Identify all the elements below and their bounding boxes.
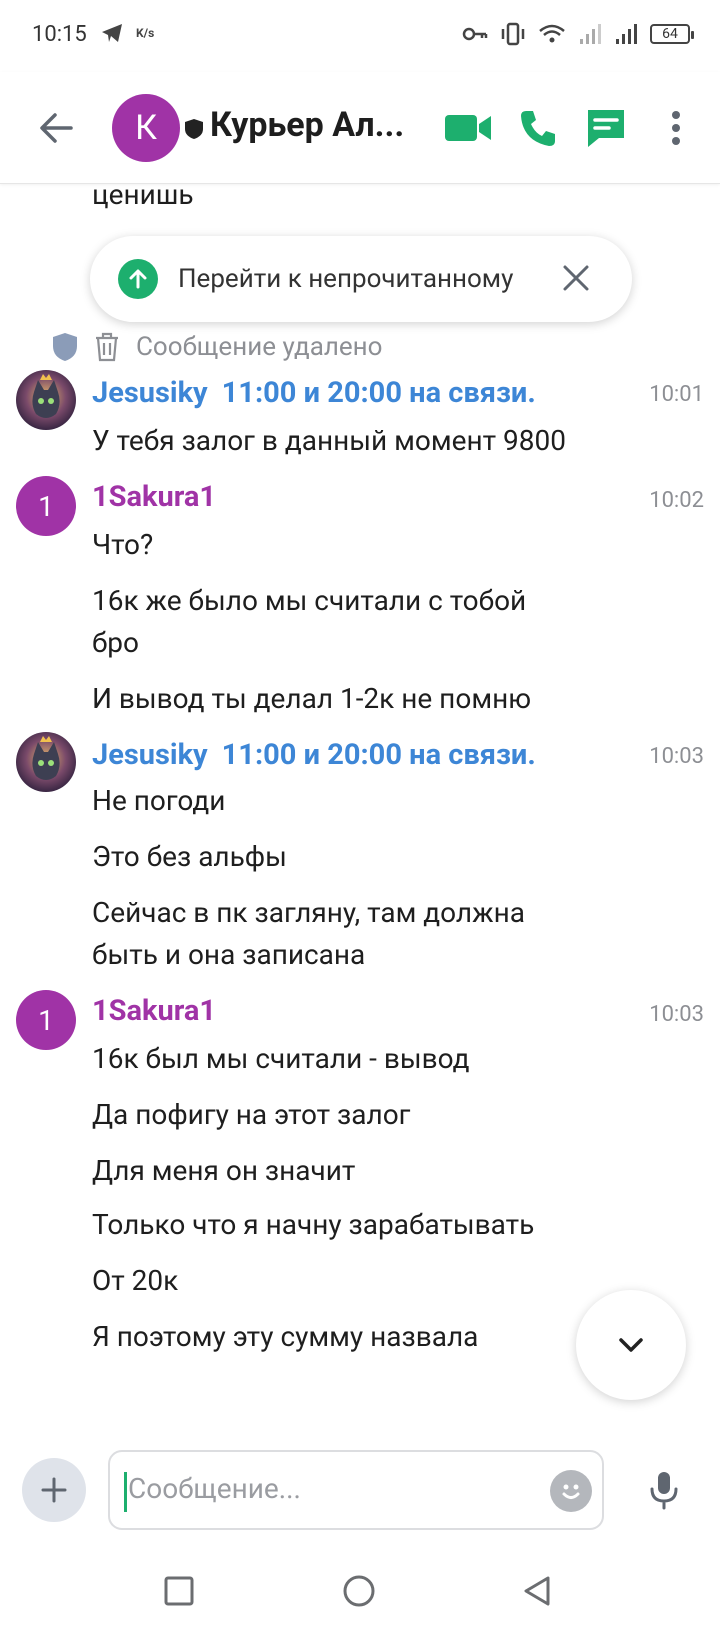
chevron-down-icon bbox=[619, 1338, 643, 1352]
message-text[interactable]: От 20к bbox=[92, 1260, 652, 1302]
sender-name-text: Jesusiky bbox=[92, 738, 208, 772]
message-input-placeholder: Сообщение... bbox=[128, 1472, 301, 1505]
message-text[interactable]: Не погоди bbox=[92, 780, 652, 822]
message-text[interactable]: Только что я начну зарабатывать bbox=[92, 1204, 652, 1246]
avatar[interactable]: 1 bbox=[16, 990, 76, 1050]
message-text[interactable]: Да пофигу на этот залог bbox=[92, 1094, 652, 1136]
network-speed-label: K/s bbox=[136, 26, 155, 40]
status-left-icons: K/s bbox=[100, 22, 154, 44]
avatar[interactable] bbox=[16, 732, 76, 792]
message-text[interactable]: У тебя залог в данный момент 9800 bbox=[92, 420, 652, 462]
close-icon bbox=[563, 265, 589, 291]
smile-icon bbox=[562, 1484, 580, 1499]
attach-button[interactable] bbox=[22, 1458, 86, 1522]
text-caret bbox=[124, 1472, 127, 1512]
message-text-partial: ценишь bbox=[92, 184, 194, 211]
sender-name[interactable]: Jesusiky 11:00 и 20:00 на связи. bbox=[92, 376, 536, 410]
scroll-to-bottom-button[interactable] bbox=[576, 1290, 686, 1400]
more-vertical-icon bbox=[672, 111, 680, 145]
home-button[interactable] bbox=[334, 1566, 384, 1616]
shield-icon bbox=[53, 333, 77, 361]
message-text[interactable]: Что? bbox=[92, 524, 652, 566]
video-camera-icon bbox=[445, 115, 491, 141]
telegram-icon bbox=[102, 24, 122, 42]
message-text[interactable]: Сейчас в пк загляну, там должна быть и о… bbox=[92, 892, 572, 976]
arrow-up-icon bbox=[118, 259, 158, 299]
voice-call-button[interactable] bbox=[512, 102, 564, 154]
message-input[interactable]: Сообщение... bbox=[108, 1450, 604, 1530]
microphone-icon bbox=[650, 1472, 678, 1510]
close-button[interactable] bbox=[556, 258, 596, 298]
message-text[interactable]: Я поэтому эту сумму назвала bbox=[92, 1316, 652, 1358]
status-time: 10:15 bbox=[32, 22, 87, 47]
sender-name[interactable]: 1Sakura1 bbox=[92, 480, 216, 514]
message-text[interactable]: И вывод ты делал 1-2к не помню bbox=[92, 678, 652, 720]
status-right-icons: 64 bbox=[462, 22, 694, 46]
signal-icon-2 bbox=[616, 24, 637, 44]
sender-status: 11:00 и 20:00 на связи. bbox=[221, 738, 536, 772]
battery-indicator: 64 bbox=[650, 24, 694, 44]
video-call-button[interactable] bbox=[442, 102, 494, 154]
triangle-back-icon bbox=[524, 1576, 550, 1606]
deleted-message-label: Сообщение удалено bbox=[136, 332, 383, 362]
message-text[interactable]: Это без альфы bbox=[92, 836, 652, 878]
key-icon bbox=[462, 27, 488, 41]
message-text[interactable]: 16к был мы считали - вывод bbox=[92, 1038, 652, 1080]
message-composer: Сообщение... bbox=[0, 1444, 720, 1540]
message-time: 10:03 bbox=[649, 1002, 704, 1027]
sender-name[interactable]: 1Sakura1 bbox=[92, 994, 216, 1028]
message-time: 10:01 bbox=[649, 382, 704, 407]
shield-icon bbox=[185, 119, 203, 139]
signal-icon-1 bbox=[580, 24, 601, 44]
back-button[interactable] bbox=[34, 106, 78, 150]
deleted-message: Сообщение удалено bbox=[52, 332, 383, 362]
recents-button[interactable] bbox=[154, 1566, 204, 1616]
phone-icon bbox=[521, 111, 555, 146]
square-icon bbox=[164, 1576, 194, 1606]
emoji-button[interactable] bbox=[550, 1470, 592, 1512]
voice-message-button[interactable] bbox=[638, 1462, 690, 1518]
sender-name-text: Jesusiky bbox=[92, 376, 208, 410]
sender-name[interactable]: Jesusiky 11:00 и 20:00 на связи. bbox=[92, 738, 536, 772]
cat-avatar-icon bbox=[16, 732, 76, 792]
status-bar: 10:15 K/s 64 bbox=[0, 0, 720, 72]
message-time: 10:03 bbox=[649, 744, 704, 769]
chat-header: К Курьер Ал... bbox=[0, 72, 720, 184]
circle-icon bbox=[343, 1575, 375, 1607]
chat-bubble-icon bbox=[588, 110, 624, 147]
back-nav-button[interactable] bbox=[512, 1566, 562, 1616]
chat-avatar[interactable]: К bbox=[112, 94, 180, 162]
more-options-button[interactable] bbox=[650, 102, 702, 154]
vibrate-icon bbox=[501, 22, 525, 46]
cat-avatar-icon bbox=[16, 370, 76, 430]
avatar[interactable] bbox=[16, 370, 76, 430]
message-text[interactable]: Для меня он значит bbox=[92, 1150, 652, 1192]
message-text[interactable]: 16к же было мы считали с тобой бро bbox=[92, 580, 572, 664]
message-list[interactable]: ценишь Сообщение удалено Jesusiky 11:00 и… bbox=[0, 184, 720, 1444]
message-time: 10:02 bbox=[649, 488, 704, 513]
messages-button[interactable] bbox=[580, 102, 632, 154]
sender-status: 11:00 и 20:00 на связи. bbox=[221, 376, 536, 410]
jump-to-unread-label: Перейти к непрочитанному bbox=[178, 264, 514, 294]
trash-icon bbox=[96, 332, 118, 362]
jump-to-unread-pill[interactable]: Перейти к непрочитанному bbox=[90, 236, 632, 322]
system-nav-bar bbox=[0, 1540, 720, 1640]
chat-title[interactable]: Курьер Ал... bbox=[210, 105, 404, 145]
arrow-left-icon bbox=[40, 113, 73, 143]
wifi-icon bbox=[539, 24, 565, 43]
avatar[interactable]: 1 bbox=[16, 476, 76, 536]
plus-icon bbox=[41, 1477, 67, 1503]
